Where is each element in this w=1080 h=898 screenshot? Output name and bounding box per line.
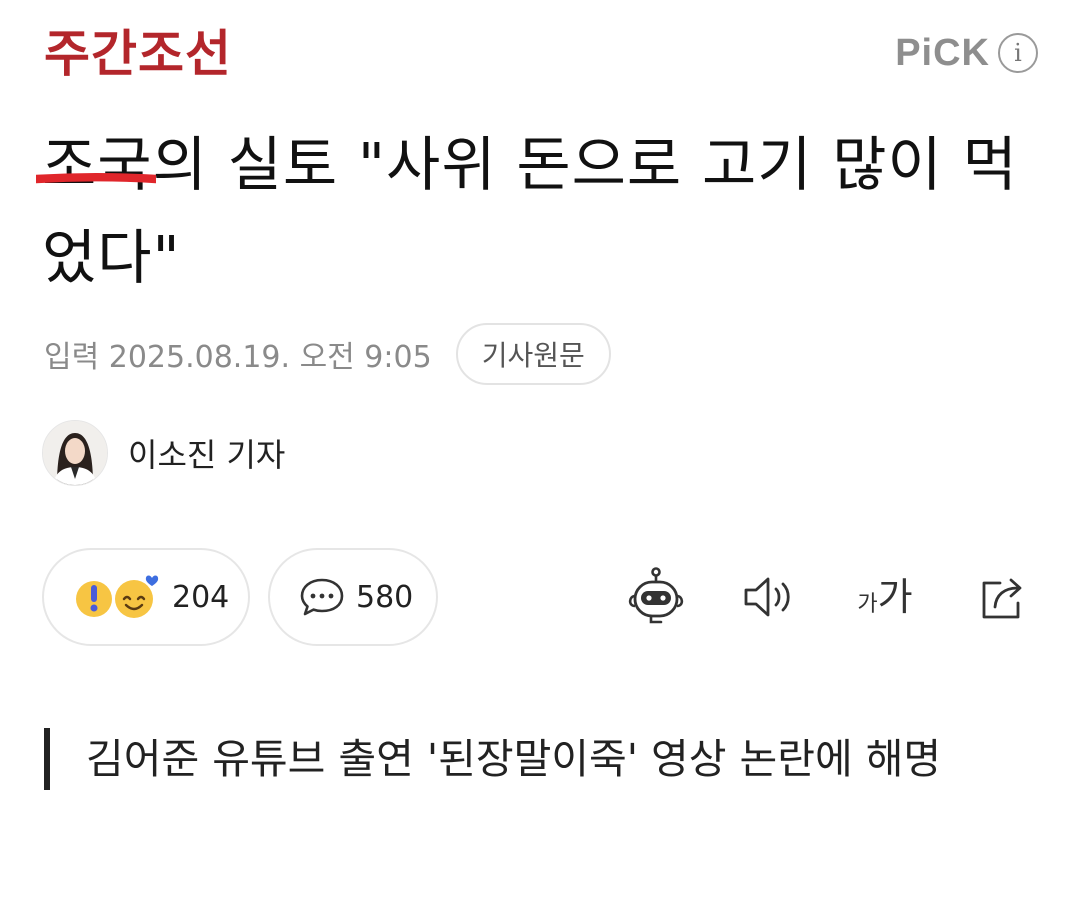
share-icon <box>982 578 1022 619</box>
original-article-button[interactable]: 기사원문 <box>455 323 611 385</box>
author-row[interactable]: 이소진 기자 <box>42 420 285 486</box>
font-size-button[interactable]: 가 가 <box>850 562 920 632</box>
comment-icon <box>300 578 344 616</box>
robot-summary-icon <box>628 567 684 624</box>
share-button[interactable] <box>974 562 1034 632</box>
author-name[interactable]: 이소진 기자 <box>128 430 285 476</box>
reaction-button[interactable]: 204 <box>42 548 250 646</box>
speaker-icon <box>744 577 790 617</box>
highlight-underline <box>36 173 156 184</box>
reaction-count: 204 <box>172 579 230 615</box>
article-meta: 입력 2025.08.19. 오전 9:05 기사원문 <box>44 322 611 386</box>
pick-label: PiCK <box>895 31 990 74</box>
article-lead: 김어준 유튜브 출연 '된장말이죽' 영상 논란에 해명 <box>44 728 1004 790</box>
press-logo[interactable]: 주간조선 <box>44 24 232 84</box>
article-title: 조국의 실토 "사위 돈으로 고기 많이 먹었다" <box>36 118 1032 304</box>
text-to-speech-button[interactable] <box>740 562 800 632</box>
title-highlight: 조국의 실토 <box>36 130 339 199</box>
font-size-large-label: 가 <box>877 575 913 619</box>
publish-date: 입력 2025.08.19. 오전 9:05 <box>44 340 432 375</box>
title-highlight-text: 조국의 실토 <box>42 130 339 199</box>
info-icon[interactable]: i <box>998 33 1038 73</box>
author-avatar[interactable] <box>42 420 108 486</box>
comment-count: 580 <box>356 579 414 615</box>
pick-badge[interactable]: PiCK i <box>895 30 1038 76</box>
font-size-small-label: 가 <box>857 592 878 617</box>
comment-button[interactable]: 580 <box>268 548 438 646</box>
reaction-emoji-icon <box>76 575 159 618</box>
ai-summary-button[interactable] <box>622 562 690 632</box>
font-size-icon: 가 가 <box>857 574 912 620</box>
